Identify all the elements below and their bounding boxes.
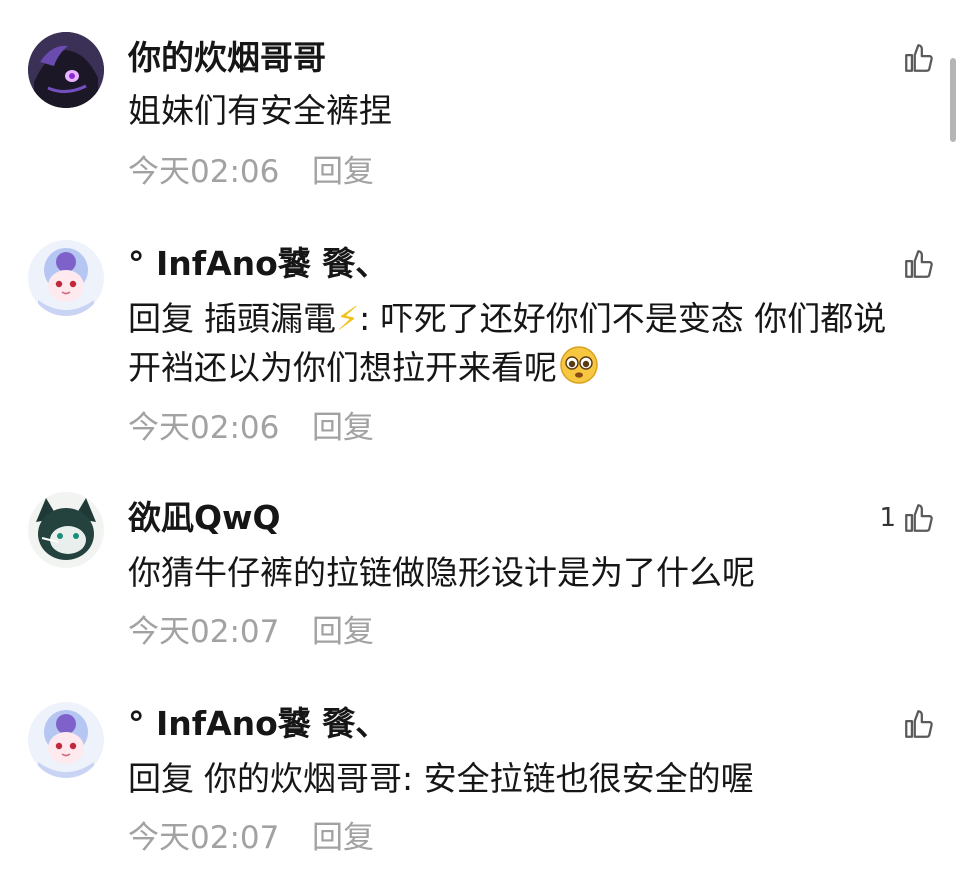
avatar[interactable] — [28, 702, 104, 778]
comment-text: 姐妹们有安全裤捏 — [128, 86, 908, 135]
comment-body: 姐妹们有安全裤捏 — [128, 91, 392, 130]
comment-body: : 安全拉链也很安全的喔 — [402, 759, 754, 798]
scrollbar[interactable] — [950, 58, 956, 142]
comment-time: 今天02:07 — [128, 820, 280, 856]
lightning-icon: ⚡ — [336, 299, 360, 338]
comment-text: 回复 你的炊烟哥哥: 安全拉链也很安全的喔 — [128, 754, 908, 803]
thumbs-up-icon — [905, 250, 933, 278]
thumbs-up-icon — [905, 44, 933, 72]
reply-prefix: 回复 — [128, 759, 194, 798]
thumbs-up-icon — [905, 710, 933, 738]
like-button[interactable] — [896, 38, 936, 78]
comment-time: 今天02:06 — [128, 154, 280, 190]
comment-meta: 今天02:07 回复 — [128, 818, 374, 858]
comment-time: 今天02:06 — [128, 410, 280, 446]
like-button[interactable]: 1 — [879, 498, 936, 538]
comment-author[interactable]: 你的炊烟哥哥 — [128, 38, 326, 78]
reply-button[interactable]: 回复 — [312, 614, 374, 650]
like-count: 1 — [879, 503, 896, 533]
comment-meta: 今天02:06 回复 — [128, 152, 374, 192]
thumbs-up-icon — [905, 504, 933, 532]
comment-meta: 今天02:06 回复 — [128, 408, 374, 448]
comment-meta: 今天02:07 回复 — [128, 612, 374, 652]
avatar-cat-character-image — [28, 492, 104, 568]
like-button[interactable] — [896, 704, 936, 744]
pleading-face-icon — [559, 345, 599, 398]
comment-text: 你猜牛仔裤的拉链做隐形设计是为了什么呢 — [128, 548, 908, 597]
avatar[interactable] — [28, 492, 104, 568]
reply-prefix: 回复 — [128, 299, 194, 338]
avatar[interactable] — [28, 240, 104, 316]
avatar-anime-character-image — [28, 702, 104, 778]
reply-to-user[interactable]: 你的炊烟哥哥 — [204, 759, 402, 798]
avatar-anime-character-image — [28, 240, 104, 316]
avatar-dark-character-image — [28, 32, 104, 108]
like-button[interactable] — [896, 244, 936, 284]
comment-time: 今天02:07 — [128, 614, 280, 650]
reply-button[interactable]: 回复 — [312, 410, 374, 446]
reply-button[interactable]: 回复 — [312, 820, 374, 856]
comment-text: 回复 插頭漏電⚡: 吓死了还好你们不是变态 你们都说开裆还以为你们想拉开来看呢 — [128, 294, 908, 398]
comment-author[interactable]: 欲凪QwQ — [128, 498, 281, 538]
comment-body: 你猜牛仔裤的拉链做隐形设计是为了什么呢 — [128, 553, 755, 592]
comment-author[interactable]: ° InfAno饕 餮、 — [128, 704, 388, 744]
comment-author[interactable]: ° InfAno饕 餮、 — [128, 244, 388, 284]
avatar[interactable] — [28, 32, 104, 108]
reply-to-user[interactable]: 插頭漏電 — [204, 299, 336, 338]
reply-button[interactable]: 回复 — [312, 154, 374, 190]
